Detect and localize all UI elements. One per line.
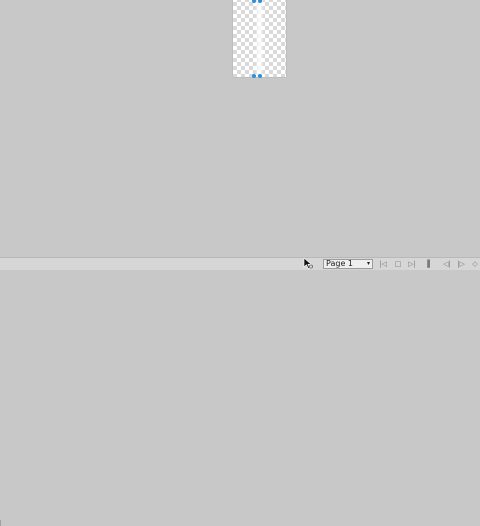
zoom-fit-icon: |▷ xyxy=(457,260,465,268)
page-selector[interactable]: Page 1 ▾ xyxy=(323,259,373,269)
first-page-icon: |◁ xyxy=(379,260,387,268)
first-page-button[interactable]: |◁ xyxy=(378,259,388,269)
zoom-in-icon: ◇ xyxy=(472,260,478,268)
selection-handle-bottom-left[interactable] xyxy=(252,74,256,78)
page-selector-value: Page 1 xyxy=(326,259,353,268)
mouse-pointer-icon xyxy=(303,258,313,269)
document-page[interactable] xyxy=(233,0,286,77)
zoom-out-button[interactable]: ◁| xyxy=(442,259,452,269)
prev-page-button[interactable]: □ xyxy=(393,259,403,269)
last-page-icon: ▌ xyxy=(427,260,433,268)
zoom-in-button[interactable]: ◇ xyxy=(470,259,480,269)
selected-stroke[interactable] xyxy=(255,0,264,77)
chevron-down-icon: ▾ xyxy=(366,260,370,267)
prev-page-icon: □ xyxy=(394,260,402,268)
last-page-button[interactable]: ▌ xyxy=(425,259,435,269)
status-bar-edge xyxy=(0,520,5,526)
next-page-button[interactable]: ▷| xyxy=(407,259,417,269)
canvas-area[interactable] xyxy=(0,0,480,257)
zoom-out-icon: ◁| xyxy=(443,260,451,268)
zoom-fit-button[interactable]: |▷ xyxy=(456,259,466,269)
next-page-icon: ▷| xyxy=(408,260,416,268)
selection-handle-bottom-right[interactable] xyxy=(258,74,262,78)
